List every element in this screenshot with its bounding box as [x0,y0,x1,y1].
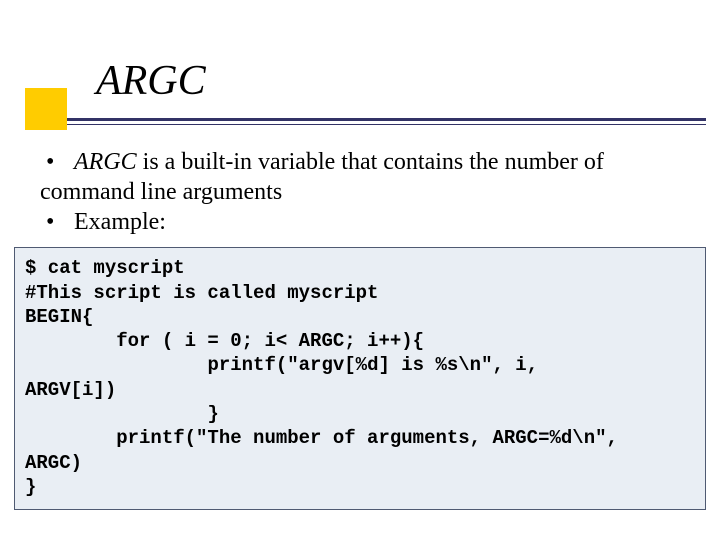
code-box: $ cat myscript #This script is called my… [14,247,706,510]
slide: ARGC • ARGC is a built-in variable that … [0,0,720,540]
code-line: ARGV[i]) [25,379,116,401]
argc-italic: ARGC [74,149,137,175]
code-line: #This script is called myscript [25,282,378,304]
slide-body: • ARGC is a built-in variable that conta… [40,147,704,237]
code-line: $ cat myscript [25,257,185,279]
code-line: } [25,403,219,425]
rule-thick [34,118,706,121]
slide-title: ARGC [96,58,720,104]
code-line: for ( i = 0; i< ARGC; i++){ [25,330,424,352]
rule-thin [34,124,706,125]
code-line: printf("The number of arguments, ARGC=%d… [25,427,618,449]
bullet-2-text: Example: [74,207,704,237]
bullet-1: • ARGC is a built-in variable that conta… [40,147,704,177]
bullet-2: • Example: [40,207,704,237]
title-block: ARGC [0,0,720,125]
code-line: } [25,476,36,498]
bullet-1-text: ARGC is a built-in variable that contain… [74,147,704,177]
bullet-1-continuation: command line arguments [40,177,704,207]
code-line: printf("argv[%d] is %s\n", i, [25,354,538,376]
bullet-dot-icon: • [40,207,74,237]
accent-box-decoration [25,88,67,130]
title-rule [20,118,720,125]
code-line: ARGC) [25,452,82,474]
bullet-dot-icon: • [40,147,74,177]
bullet-1-rest: is a built-in variable that contains the… [137,149,604,175]
code-content: $ cat myscript #This script is called my… [25,256,695,499]
code-line: BEGIN{ [25,306,93,328]
